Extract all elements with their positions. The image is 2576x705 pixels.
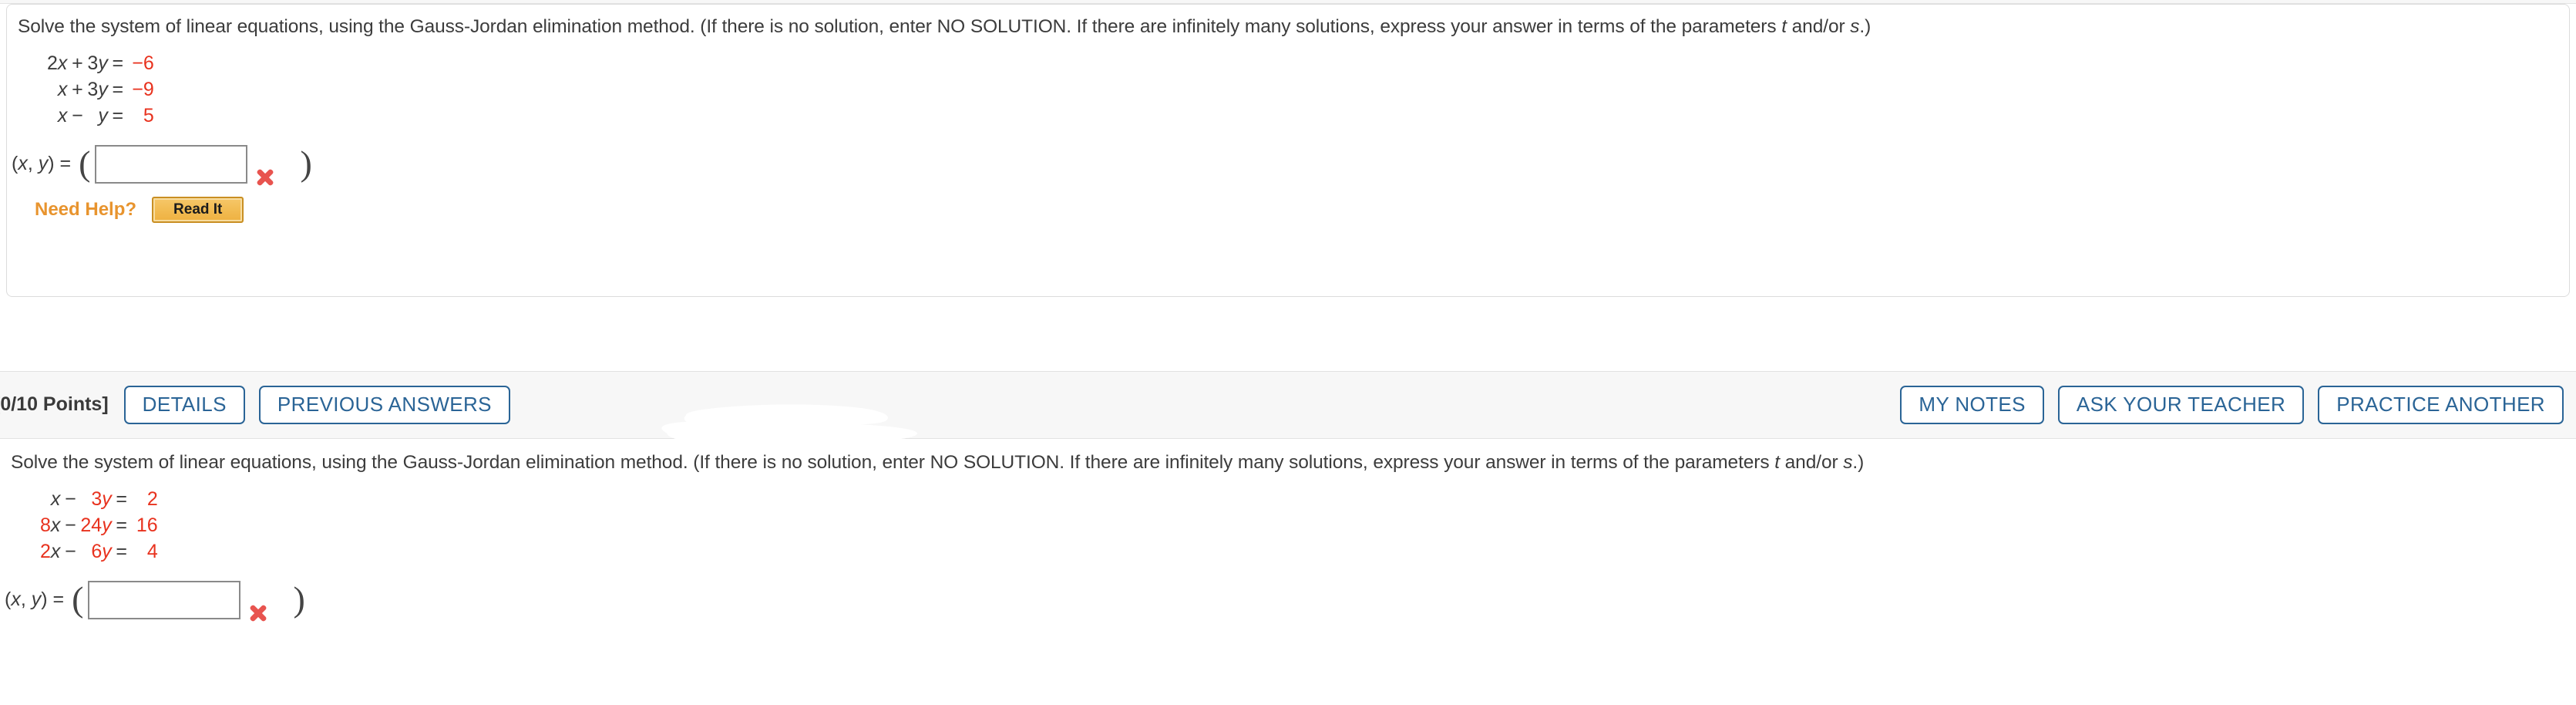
answer2-var-x: x	[11, 589, 21, 611]
problem-prompt-1: Solve the system of linear equations, us…	[7, 5, 2569, 39]
equation-term-1: x	[57, 78, 68, 100]
equation-row: x +3y = −9	[47, 76, 154, 103]
prompt2-text-mid: and/or	[1779, 452, 1844, 473]
answer2-var-y: y	[31, 589, 42, 611]
equation-term-2: 3y	[87, 52, 108, 74]
toolbar-left-group: [0/10 Points] DETAILS PREVIOUS ANSWERS	[0, 386, 524, 424]
equation-term-1: x	[50, 487, 61, 510]
equation-equals-sign: =	[116, 514, 128, 536]
problem-prompt-2: Solve the system of linear equations, us…	[0, 439, 2576, 475]
prompt2-param-t: t	[1774, 452, 1780, 473]
equation-term-1: 2x	[40, 540, 61, 562]
equation-system-1: 2x +3y = −6 x +3y = −9 x − y = 5	[47, 50, 154, 129]
equation-term-2: 3y	[87, 78, 108, 100]
card-gap	[0, 297, 2576, 371]
close-paren-1: )	[300, 143, 312, 184]
answer-var-y: y	[38, 153, 49, 175]
prompt-text-main: Solve the system of linear equations, us…	[18, 16, 1782, 37]
answer-label-2: (x, y) =	[5, 589, 64, 611]
prompt-text-mid: and/or	[1786, 16, 1851, 37]
equation-row: x − y = 5	[47, 103, 154, 129]
answer-label-1: (x, y) =	[12, 153, 71, 175]
toolbar-right-group: MY NOTES ASK YOUR TEACHER PRACTICE ANOTH…	[1886, 386, 2564, 424]
answer2-comma: ,	[20, 589, 32, 611]
prompt2-text-main: Solve the system of linear equations, us…	[11, 452, 1775, 473]
equation-operator: −	[65, 514, 76, 536]
equation-system-2-body: x −3y = 2 8x −24y = 16 2x −6y = 4	[40, 486, 158, 565]
equation-right-side: 4	[146, 540, 158, 562]
details-button[interactable]: DETAILS	[123, 386, 245, 424]
equation-right-side: 2	[146, 487, 158, 510]
need-help-section-1: Need Help? Read It	[35, 196, 2569, 223]
equation-equals-sign: =	[112, 52, 124, 74]
x-mark-incorrect-icon-1	[254, 166, 277, 189]
equation-term-2: 3y	[91, 487, 112, 510]
equation-right-side: 5	[143, 104, 154, 126]
answer-row-2: (x, y) = ( )	[5, 579, 2576, 622]
equation-row: x −3y = 2	[40, 486, 158, 512]
equation-term-1: x	[57, 104, 68, 126]
equation-system-2: x −3y = 2 8x −24y = 16 2x −6y = 4	[40, 486, 158, 565]
equation-equals-sign: =	[112, 104, 124, 126]
need-help-label-1: Need Help?	[35, 198, 137, 220]
equation-term-2: y	[98, 104, 108, 126]
answer-row-1: (x, y) = ( )	[12, 143, 2569, 186]
points-label: [0/10 Points]	[0, 393, 109, 416]
equation-equals-sign: =	[116, 540, 128, 562]
equation-operator: −	[72, 104, 83, 126]
equation-row: 2x +3y = −6	[47, 50, 154, 76]
equation-row: 8x −24y = 16	[40, 512, 158, 538]
equation-equals-sign: =	[112, 78, 124, 100]
equation-operator: −	[65, 540, 76, 562]
my-notes-button[interactable]: MY NOTES	[1900, 386, 2044, 424]
exercise-toolbar: [0/10 Points] DETAILS PREVIOUS ANSWERS M…	[0, 371, 2576, 439]
x-mark-incorrect-icon-2	[247, 602, 270, 625]
open-paren-2: (	[72, 579, 84, 619]
answer-var-x: x	[18, 153, 28, 175]
answer-comma: ,	[27, 153, 39, 175]
previous-answers-button[interactable]: PREVIOUS ANSWERS	[258, 386, 510, 424]
ask-your-teacher-button[interactable]: ASK YOUR TEACHER	[2057, 386, 2305, 424]
equation-right-side: −6	[132, 52, 154, 74]
prompt-param-s: s	[1850, 16, 1860, 37]
equation-system-1-body: 2x +3y = −6 x +3y = −9 x − y = 5	[47, 50, 154, 129]
prompt-param-t: t	[1781, 16, 1787, 37]
prompt2-param-s: s	[1843, 452, 1853, 473]
problem-card-2: Solve the system of linear equations, us…	[0, 439, 2576, 622]
equation-term-2: 6y	[91, 540, 112, 562]
read-it-button-1[interactable]: Read It	[152, 196, 244, 223]
close-paren-2: )	[293, 579, 305, 619]
problem-card-1: Solve the system of linear equations, us…	[6, 4, 2570, 297]
equation-term-1: 8x	[40, 514, 61, 536]
answer-input-2[interactable]	[88, 580, 241, 619]
equation-operator: −	[65, 487, 76, 510]
equation-right-side: 16	[136, 514, 158, 536]
answer-equals: ) =	[48, 153, 72, 175]
equation-operator: +	[72, 52, 83, 74]
equation-row: 2x −6y = 4	[40, 538, 158, 565]
equation-right-side: −9	[132, 78, 154, 100]
answer2-equals: ) =	[41, 589, 65, 611]
equation-term-1: 2x	[47, 52, 68, 74]
prompt-text-end: .)	[1859, 16, 1871, 37]
equation-operator: +	[72, 78, 83, 100]
equation-term-2: 24y	[80, 514, 112, 536]
practice-another-button[interactable]: PRACTICE ANOTHER	[2318, 386, 2564, 424]
equation-equals-sign: =	[116, 487, 128, 510]
answer-input-1[interactable]	[95, 144, 248, 184]
prompt2-text-end: .)	[1852, 452, 1865, 473]
open-paren-1: (	[79, 143, 91, 184]
